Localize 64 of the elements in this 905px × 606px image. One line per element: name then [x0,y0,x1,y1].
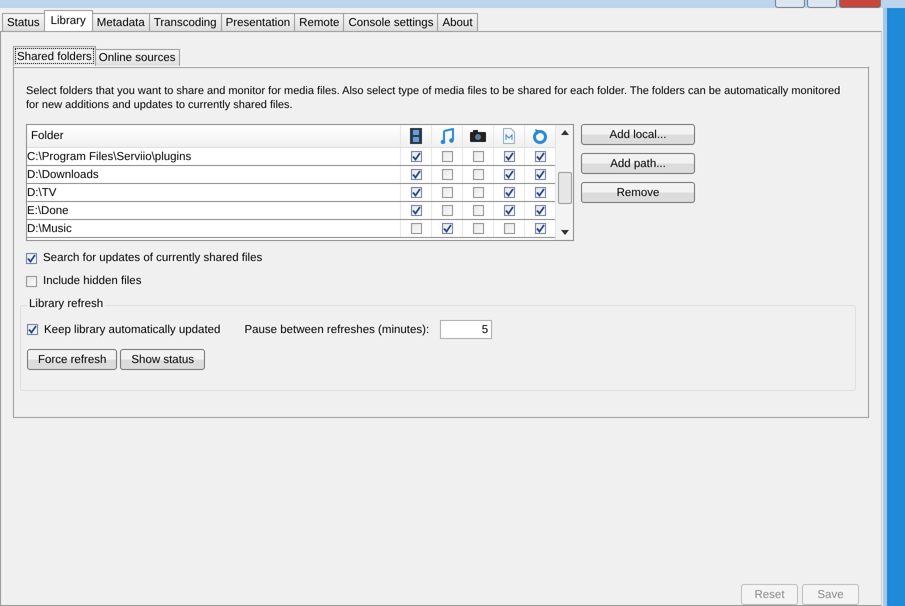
refresh-icon [532,128,548,144]
action-button[interactable]: Force refresh [27,349,118,370]
table-cell[interactable]: C:\Program Files\Serviio\plugins [27,148,400,165]
scrollbar-thumb[interactable] [558,172,572,204]
tab[interactable]: Console settings [343,13,438,31]
film-icon [410,128,422,144]
checkbox[interactable] [534,205,546,216]
checkbox[interactable] [504,223,514,234]
minutes-field[interactable]: 5 [440,320,492,339]
checkbox[interactable] [534,187,546,198]
table-cell[interactable]: D:\Downloads [27,166,400,183]
checkbox[interactable] [27,324,38,335]
checkbox[interactable] [472,223,484,234]
checkbox[interactable] [442,169,452,180]
tab[interactable]: Transcoding [148,13,222,31]
checkbox[interactable] [410,169,422,180]
checkbox[interactable] [410,205,422,216]
checkbox[interactable] [442,205,452,216]
document-icon [503,128,515,144]
action-button[interactable]: Remove [581,182,695,203]
checkbox[interactable] [472,205,484,216]
checkbox-label: Keep library automatically updated [44,324,220,336]
tab[interactable]: Presentation [220,13,296,31]
tab[interactable]: Shared folders [13,46,96,66]
checkbox[interactable] [504,169,514,180]
checkbox[interactable] [442,151,452,162]
checkbox[interactable] [442,223,452,234]
checkbox[interactable] [504,151,514,162]
table-cell[interactable]: E:\Done [27,202,400,219]
scroll-up-icon[interactable] [560,130,568,135]
tab[interactable]: Metadata [92,13,150,31]
checkbox[interactable] [472,169,484,180]
tab[interactable]: Status [2,13,45,31]
tab[interactable]: Library [44,10,93,31]
checkbox[interactable] [410,187,422,198]
checkbox[interactable] [410,223,422,234]
checkbox[interactable] [534,151,546,162]
checkbox[interactable] [472,187,484,198]
checkbox[interactable] [442,187,452,198]
tab[interactable]: Remote [294,13,344,31]
group-title: Library refresh [27,298,106,310]
action-button[interactable]: Add path... [581,153,695,174]
checkbox[interactable] [504,205,514,216]
table-cell[interactable]: D:\TV [27,184,400,201]
camera-icon [470,130,486,142]
tab[interactable]: Online sources [94,49,180,66]
checkbox[interactable] [26,252,37,264]
tab[interactable]: About [437,13,478,31]
checkbox[interactable] [410,151,422,162]
action-button[interactable]: Show status [120,349,206,370]
checkbox-label: Include hidden files [43,275,142,287]
description-text: Select folders that you want to share and monitor for media files. Also select type of media files to be shared for each folder. The folders can be automatically monitored for new additions and updates to currently shared files. [26,84,842,112]
checkbox[interactable] [534,223,546,234]
action-button[interactable]: Add local... [581,124,695,145]
checkbox[interactable] [26,276,37,286]
field-label: Pause between refreshes (minutes): [244,324,430,336]
table-cell[interactable]: D:\Music [27,220,400,237]
checkbox[interactable] [472,151,484,162]
checkbox[interactable] [504,187,514,198]
scrollbar[interactable] [555,125,573,240]
checkbox[interactable] [534,169,546,180]
checkbox-label: Search for updates of currently shared files [43,252,262,264]
scroll-down-icon[interactable] [560,230,568,235]
music-note-icon [440,128,454,144]
